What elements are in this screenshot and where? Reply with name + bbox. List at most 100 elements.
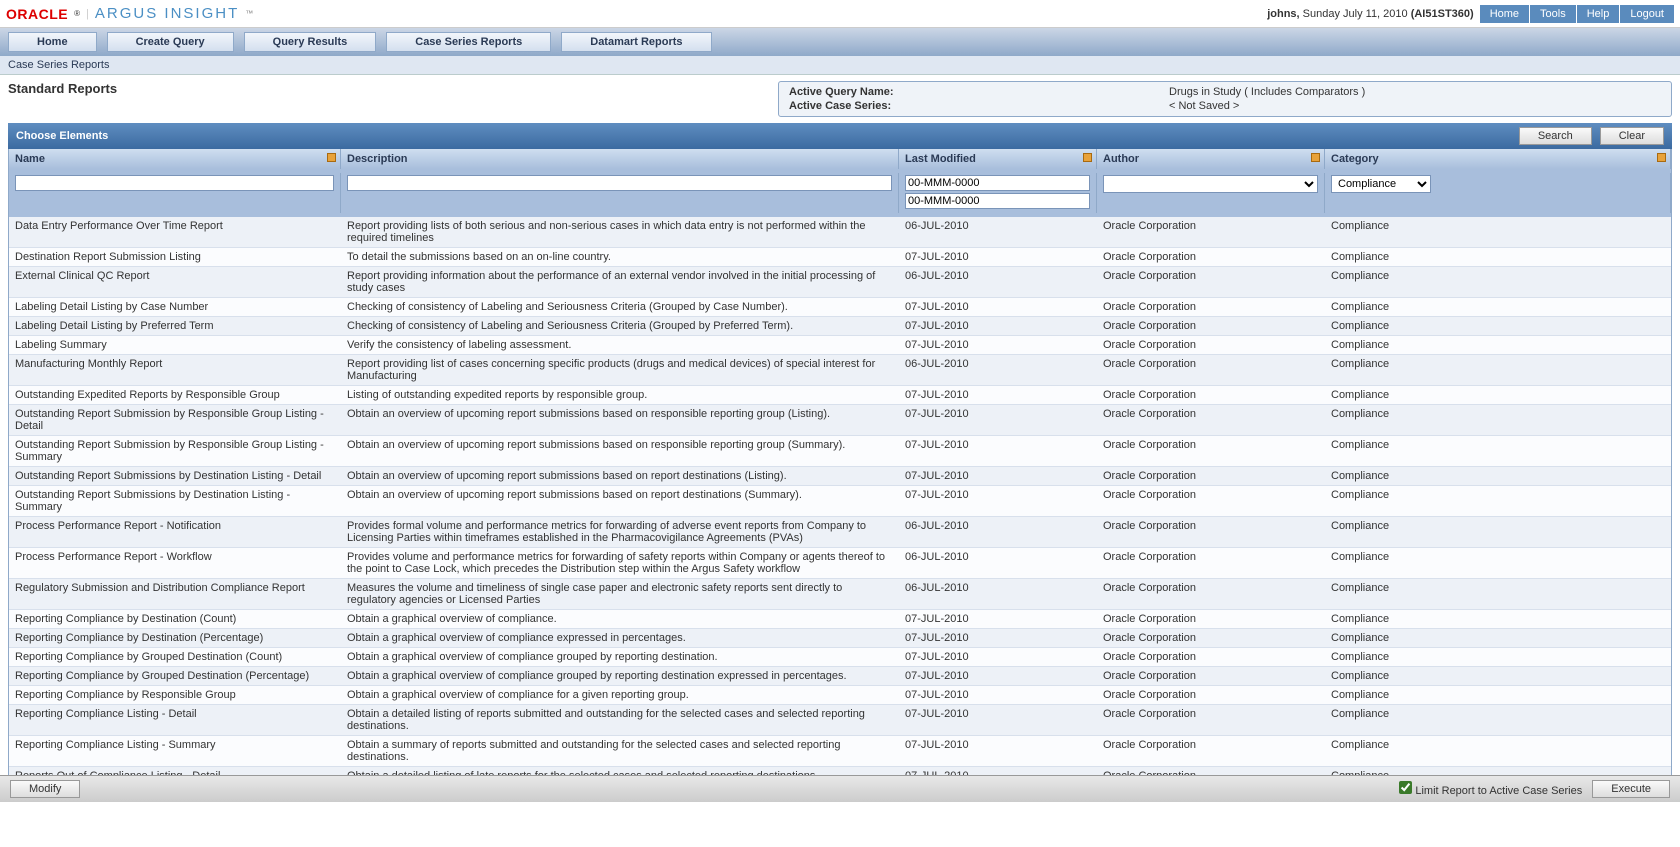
nav-case-series-reports[interactable]: Case Series Reports (386, 32, 551, 52)
table-row[interactable]: Regulatory Submission and Distribution C… (9, 579, 1671, 610)
cell-mod: 07-JUL-2010 (899, 336, 1097, 354)
cell-auth: Oracle Corporation (1097, 355, 1325, 385)
cell-mod: 07-JUL-2010 (899, 736, 1097, 766)
cell-name: External Clinical QC Report (9, 267, 341, 297)
cell-mod: 07-JUL-2010 (899, 386, 1097, 404)
table-row[interactable]: Outstanding Report Submissions by Destin… (9, 486, 1671, 517)
cell-auth: Oracle Corporation (1097, 267, 1325, 297)
cell-cat: Compliance (1325, 248, 1671, 266)
execute-button[interactable]: Execute (1592, 780, 1670, 798)
cell-auth: Oracle Corporation (1097, 298, 1325, 316)
table-row[interactable]: Reporting Compliance by Destination (Per… (9, 629, 1671, 648)
product-name: ARGUS INSIGHT (95, 5, 239, 22)
table-row[interactable]: Labeling SummaryVerify the consistency o… (9, 336, 1671, 355)
cell-name: Manufacturing Monthly Report (9, 355, 341, 385)
table-row[interactable]: Reporting Compliance by Responsible Grou… (9, 686, 1671, 705)
table-row[interactable]: Outstanding Report Submission by Respons… (9, 405, 1671, 436)
sort-icon[interactable] (1657, 153, 1666, 162)
col-auth-header[interactable]: Author (1097, 149, 1325, 169)
filter-name-input[interactable] (15, 175, 334, 191)
nav-query-results[interactable]: Query Results (244, 32, 377, 52)
table-row[interactable]: Outstanding Report Submissions by Destin… (9, 467, 1671, 486)
table-row[interactable]: Reporting Compliance Listing - DetailObt… (9, 705, 1671, 736)
table-row[interactable]: Reports Out of Compliance Listing - Deta… (9, 767, 1671, 775)
cell-name: Reporting Compliance by Responsible Grou… (9, 686, 341, 704)
cell-auth: Oracle Corporation (1097, 548, 1325, 578)
cell-desc: To detail the submissions based on an on… (341, 248, 899, 266)
col-mod-header[interactable]: Last Modified (899, 149, 1097, 169)
table-row[interactable]: Data Entry Performance Over Time ReportR… (9, 217, 1671, 248)
table-row[interactable]: Manufacturing Monthly ReportReport provi… (9, 355, 1671, 386)
top-link-logout[interactable]: Logout (1620, 5, 1674, 23)
sort-icon[interactable] (1083, 153, 1092, 162)
cell-auth: Oracle Corporation (1097, 610, 1325, 628)
sort-icon[interactable] (327, 153, 336, 162)
sort-icon[interactable] (1311, 153, 1320, 162)
search-button[interactable]: Search (1519, 127, 1592, 145)
filter-category-select[interactable]: Compliance (1331, 175, 1431, 193)
filter-date-to-input[interactable] (905, 193, 1090, 209)
limit-checkbox[interactable] (1399, 781, 1412, 794)
cell-cat: Compliance (1325, 648, 1671, 666)
cell-desc: Obtain a detailed listing of reports sub… (341, 705, 899, 735)
col-cat-header[interactable]: Category (1325, 149, 1671, 169)
modify-button[interactable]: Modify (10, 780, 80, 798)
col-name-header[interactable]: Name (9, 149, 341, 169)
table-row[interactable]: Labeling Detail Listing by Case NumberCh… (9, 298, 1671, 317)
cell-cat: Compliance (1325, 705, 1671, 735)
table-row[interactable]: Reporting Compliance by Destination (Cou… (9, 610, 1671, 629)
table-row[interactable]: Labeling Detail Listing by Preferred Ter… (9, 317, 1671, 336)
cell-mod: 07-JUL-2010 (899, 248, 1097, 266)
table-row[interactable]: Reporting Compliance Listing - SummaryOb… (9, 736, 1671, 767)
table-row[interactable]: Outstanding Report Submission by Respons… (9, 436, 1671, 467)
top-link-help[interactable]: Help (1577, 5, 1620, 23)
table-row[interactable]: Reporting Compliance by Grouped Destinat… (9, 648, 1671, 667)
cell-auth: Oracle Corporation (1097, 217, 1325, 247)
cell-auth: Oracle Corporation (1097, 486, 1325, 516)
cell-desc: Obtain an overview of upcoming report su… (341, 486, 899, 516)
page-title: Standard Reports (8, 81, 768, 117)
nav-home[interactable]: Home (8, 32, 97, 52)
top-link-home[interactable]: Home (1480, 5, 1529, 23)
cell-auth: Oracle Corporation (1097, 629, 1325, 647)
col-desc-header[interactable]: Description (341, 149, 899, 169)
cell-desc: Obtain an overview of upcoming report su… (341, 467, 899, 485)
cell-name: Reporting Compliance by Grouped Destinat… (9, 648, 341, 666)
filter-date-from-input[interactable] (905, 175, 1090, 191)
cell-mod: 07-JUL-2010 (899, 405, 1097, 435)
cell-cat: Compliance (1325, 579, 1671, 609)
cell-mod: 07-JUL-2010 (899, 667, 1097, 685)
cell-desc: Obtain a graphical overview of complianc… (341, 648, 899, 666)
table-row[interactable]: Reporting Compliance by Grouped Destinat… (9, 667, 1671, 686)
choose-elements-bar: Choose Elements Search Clear (8, 123, 1672, 149)
clear-button[interactable]: Clear (1600, 127, 1664, 145)
cell-desc: Report providing list of cases concernin… (341, 355, 899, 385)
reports-table: Name Description Last Modified Author Ca… (8, 149, 1672, 775)
cell-mod: 06-JUL-2010 (899, 217, 1097, 247)
cell-cat: Compliance (1325, 517, 1671, 547)
cell-cat: Compliance (1325, 405, 1671, 435)
cell-desc: Obtain an overview of upcoming report su… (341, 436, 899, 466)
cell-mod: 07-JUL-2010 (899, 629, 1097, 647)
cell-auth: Oracle Corporation (1097, 517, 1325, 547)
cell-auth: Oracle Corporation (1097, 736, 1325, 766)
filter-desc-input[interactable] (347, 175, 892, 191)
table-row[interactable]: Destination Report Submission ListingTo … (9, 248, 1671, 267)
filter-author-select[interactable] (1103, 175, 1318, 193)
table-row[interactable]: Outstanding Expedited Reports by Respons… (9, 386, 1671, 405)
top-link-tools[interactable]: Tools (1530, 5, 1576, 23)
limit-checkbox-label[interactable]: Limit Report to Active Case Series (1399, 781, 1582, 797)
nav-create-query[interactable]: Create Query (107, 32, 234, 52)
cell-auth: Oracle Corporation (1097, 317, 1325, 335)
cell-cat: Compliance (1325, 610, 1671, 628)
cell-name: Outstanding Report Submission by Respons… (9, 436, 341, 466)
table-row[interactable]: Process Performance Report - Notificatio… (9, 517, 1671, 548)
table-row[interactable]: Process Performance Report - WorkflowPro… (9, 548, 1671, 579)
table-row[interactable]: External Clinical QC ReportReport provid… (9, 267, 1671, 298)
filter-row: Compliance (9, 169, 1671, 217)
active-info-box: Active Query Name: Drugs in Study ( Incl… (778, 81, 1672, 117)
nav-datamart-reports[interactable]: Datamart Reports (561, 32, 711, 52)
choose-elements-title: Choose Elements (16, 130, 108, 142)
table-body[interactable]: Data Entry Performance Over Time ReportR… (9, 217, 1671, 775)
active-query-label: Active Query Name: (789, 86, 1169, 98)
